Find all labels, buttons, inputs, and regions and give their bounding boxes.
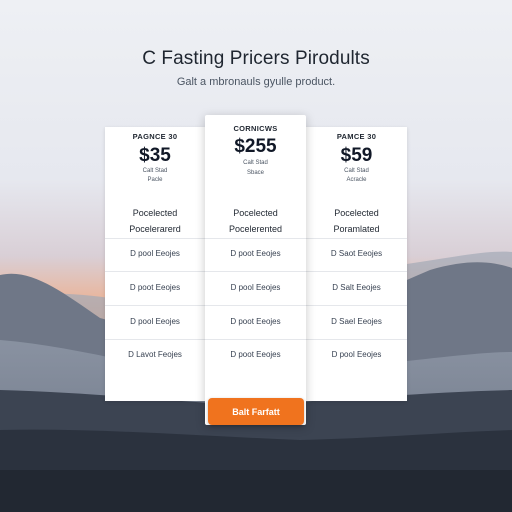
divider (306, 339, 407, 340)
plan-feature: Pocelerarerd (129, 224, 181, 234)
divider (205, 238, 306, 239)
plan-feature: Pocelerented (228, 224, 283, 234)
plan-price: $35 (139, 145, 171, 166)
pricing-card-premium: PAMCE 30 $59 Calt Stad Acracle Pocelecte… (306, 127, 407, 401)
cta-button[interactable]: Balt Farfatt (208, 398, 304, 425)
plan-note: Calt Stad (344, 168, 369, 174)
plan-note-secondary: Acracle (346, 177, 367, 183)
plan-note-secondary: Sbace (246, 170, 264, 176)
plan-price: $255 (234, 136, 277, 157)
feature-row: D poot Eeojes (230, 350, 281, 359)
page-title: C Fasting Pricers Pirodults (142, 48, 370, 69)
feature-row: D poot Eeojes (129, 283, 181, 292)
feature-row: D Salt Eeojes (332, 283, 381, 292)
pricing-card-featured: CORNICWS $255 Calt Stad Sbace Pocelected… (205, 115, 306, 425)
feature-row: D pool Eeojes (130, 317, 180, 326)
plan-name: PAMCE 30 (336, 132, 377, 141)
divider (105, 271, 205, 272)
feature-row: D pool Eeojes (331, 350, 382, 359)
feature-row: D poot Eeojes (230, 317, 281, 326)
plan-note-secondary: Pacle (147, 177, 163, 183)
plan-note: Calt Stad (243, 160, 268, 166)
feature-row: D pool Eeojes (130, 249, 180, 258)
plan-feature: Pocelected (334, 208, 379, 218)
divider (105, 305, 205, 306)
divider (105, 238, 205, 239)
plan-note: Calt Stad (142, 168, 168, 174)
divider (306, 271, 407, 272)
plan-price: $59 (340, 145, 373, 166)
feature-row: D pool Eeojes (230, 283, 281, 292)
divider (205, 271, 306, 272)
divider (306, 305, 407, 306)
divider (205, 339, 306, 340)
plan-name: PAGNCE 30 (132, 132, 178, 141)
page-subtitle: Galt a mbronauls gyulle product. (176, 76, 336, 88)
divider (306, 238, 407, 239)
plan-feature: Pocelected (233, 208, 278, 218)
pricing-card-basic: PAGNCE 30 $35 Calt Stad Pacle Pocelected… (105, 127, 205, 401)
feature-row: D Saot Eeojes (330, 249, 383, 258)
plan-feature: Poramlated (333, 224, 380, 234)
feature-row: D Lavot Feojes (128, 350, 182, 359)
divider (205, 305, 306, 306)
feature-row: D Sael Eeojes (331, 317, 382, 326)
plan-name: CORNICWS (233, 124, 278, 133)
divider (105, 339, 205, 340)
plan-feature: Pocelected (132, 208, 178, 218)
feature-row: D poot Eeojes (230, 249, 281, 258)
